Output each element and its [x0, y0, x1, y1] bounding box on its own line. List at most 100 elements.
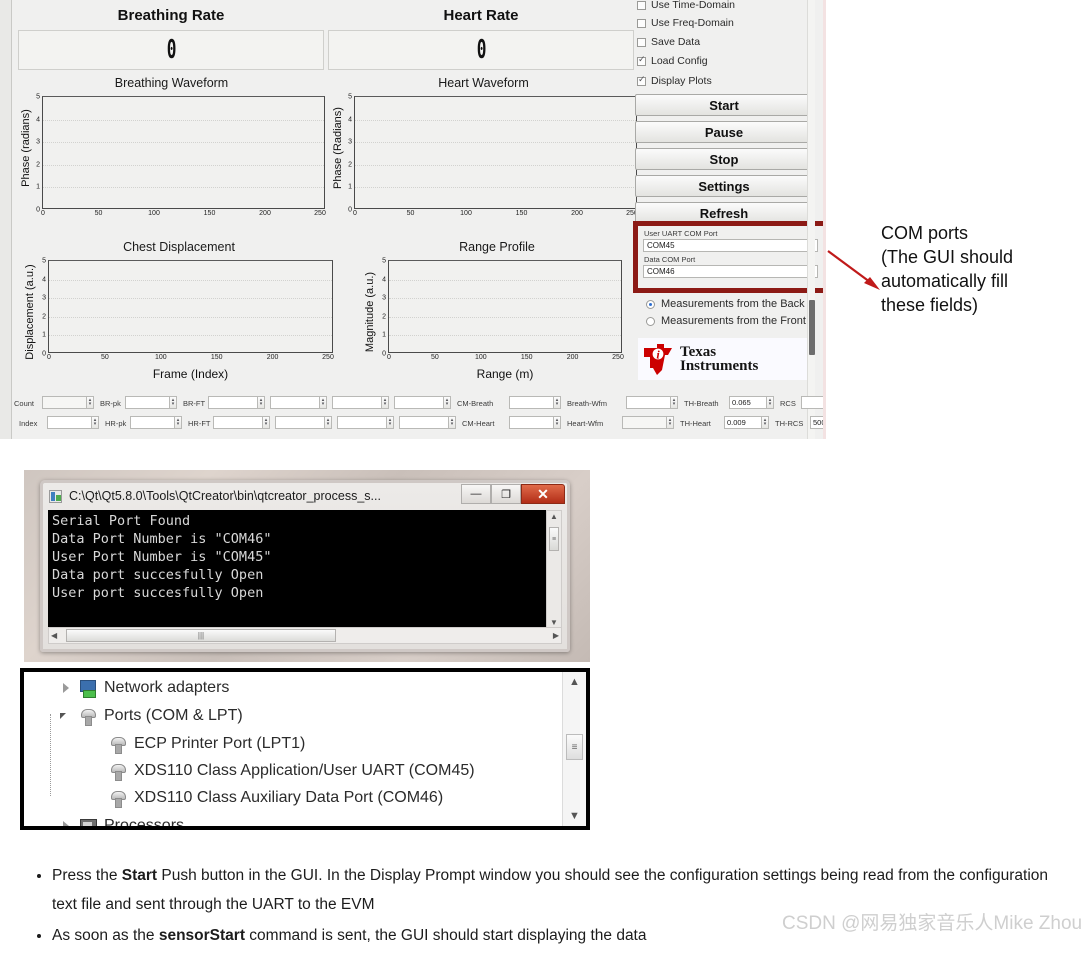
start-button[interactable]: Start [635, 94, 813, 116]
console-line: Data Port Number is "COM46" [52, 530, 272, 547]
status-spinner[interactable]: ▴ ▾ [320, 396, 327, 409]
settings-button[interactable]: Settings [635, 175, 813, 197]
status-field-index[interactable] [47, 416, 92, 429]
status-field-count[interactable] [42, 396, 87, 409]
status-spinner[interactable]: ▴ ▾ [767, 396, 774, 409]
status-spinner[interactable]: ▴ ▾ [87, 396, 94, 409]
status-spinner[interactable]: ▴ ▾ [387, 416, 394, 429]
status-field-br-ft[interactable] [208, 396, 258, 409]
chevron-right-icon[interactable] [60, 682, 72, 694]
bullet1-post: Push button in the GUI. In the Display P… [52, 867, 1049, 913]
status-field-extra-5[interactable] [337, 416, 387, 429]
minimize-button[interactable]: — [461, 484, 491, 504]
tree-item-processors[interactable]: Processors [60, 817, 184, 826]
chart-heart-waveform: Heart Waveform Phase (Radians) 54 32 10 … [326, 76, 641, 231]
status-field-extra-3[interactable] [394, 396, 444, 409]
status-field-rcs[interactable] [801, 396, 823, 409]
tree-item-xds110-user-uart[interactable]: XDS110 Class Application/User UART (COM4… [108, 762, 475, 781]
console-horizontal-scrollbar[interactable]: ◀ ||| ▶ [48, 627, 562, 644]
status-field-heart-wfm[interactable] [622, 416, 667, 429]
status-label: CM-Breath [457, 399, 494, 408]
checkbox-box[interactable] [637, 37, 646, 47]
bullet1-bold: Start [121, 867, 158, 884]
radio-measurements-from-back[interactable]: Measurements from the Back [646, 298, 805, 310]
tree-item-network-adapters[interactable]: Network adapters [60, 679, 230, 698]
checkbox-box[interactable] [637, 55, 646, 66]
status-spinner[interactable]: ▴ ▾ [325, 416, 332, 429]
radio-measurements-from-front[interactable]: Measurements from the Front [646, 315, 806, 327]
status-spinner[interactable]: ▴ ▾ [382, 396, 389, 409]
status-field-br-pk[interactable] [125, 396, 170, 409]
scroll-right-arrow-icon[interactable]: ▶ [553, 631, 559, 640]
scroll-up-arrow-icon[interactable]: ▲ [563, 676, 586, 688]
status-spinner[interactable]: ▴ ▾ [554, 416, 561, 429]
checkbox-box[interactable] [637, 18, 646, 28]
tree-item-xds110-aux-data-port[interactable]: XDS110 Class Auxiliary Data Port (COM46) [108, 789, 443, 808]
status-field-extra-4[interactable] [275, 416, 325, 429]
chart-title: Breathing Waveform [114, 76, 229, 90]
status-field-hr-ft[interactable] [213, 416, 263, 429]
checkbox-load-config[interactable]: Load Config [637, 55, 708, 67]
checkbox-display-plots[interactable]: Display Plots [637, 75, 712, 87]
data-com-port-input[interactable]: COM46 [643, 265, 818, 278]
status-spinner[interactable]: ▴ ▾ [258, 396, 265, 409]
status-label: Breath-Wfm [567, 399, 608, 408]
maximize-button[interactable]: ❐ [491, 484, 521, 504]
status-spinner[interactable]: ▴ ▾ [671, 396, 678, 409]
status-field-hr-pk[interactable] [130, 416, 175, 429]
close-button[interactable]: ✕ [521, 484, 565, 504]
scroll-down-arrow-icon[interactable]: ▼ [563, 810, 586, 822]
status-field-th-breath[interactable]: 0.065 [729, 396, 767, 409]
scroll-up-arrow-icon[interactable]: ▲ [550, 511, 558, 523]
status-spinner[interactable]: ▴ ▾ [92, 416, 99, 429]
checkbox-use-freq-domain[interactable]: Use Freq-Domain [637, 17, 734, 29]
status-field-cm-heart[interactable] [509, 416, 554, 429]
chart-title: Range Profile [459, 240, 535, 254]
status-spinner[interactable]: ▴ ▾ [554, 396, 561, 409]
console-line: Serial Port Found [52, 513, 191, 529]
tree-item-label: Network adapters [104, 679, 230, 696]
status-spinner[interactable]: ▴ ▾ [170, 396, 177, 409]
status-field-th-heart[interactable]: 0.009 [724, 416, 762, 429]
scrollbar-thumb[interactable] [809, 300, 815, 355]
checkbox-save-data[interactable]: Save Data [637, 36, 700, 48]
status-field-breath-wfm[interactable] [626, 396, 671, 409]
scroll-left-arrow-icon[interactable]: ◀ [51, 631, 57, 640]
chart-title: Heart Waveform [438, 76, 529, 90]
user-uart-com-port-input[interactable]: COM45 [643, 239, 818, 252]
status-spinner[interactable]: ▴ ▾ [762, 416, 769, 429]
console-vertical-scrollbar[interactable]: ▲ ≡ ▼ [546, 510, 562, 630]
checkbox-box[interactable] [637, 75, 646, 86]
tree-item-ecp-printer-port[interactable]: ECP Printer Port (LPT1) [108, 735, 305, 754]
status-field-extra-6[interactable] [399, 416, 449, 429]
chart-ylabel: Phase (Radians) [332, 107, 344, 189]
stop-button[interactable]: Stop [635, 148, 813, 170]
status-field-th-rcs[interactable]: 500 [810, 416, 823, 429]
radio-label: Measurements from the Back [661, 298, 805, 310]
control-panel: Use Time-Domain Use Freq-Domain Save Dat… [633, 0, 823, 400]
checkbox-use-time-domain[interactable]: Use Time-Domain [637, 0, 735, 11]
scrollbar-thumb[interactable]: ≡ [566, 734, 583, 760]
status-spinner[interactable]: ▴ ▾ [667, 416, 674, 429]
status-spinner[interactable]: ▴ ▾ [175, 416, 182, 429]
gui-vertical-scrollbar[interactable] [807, 0, 815, 439]
radio-dot[interactable] [646, 299, 655, 309]
chart-breathing-waveform: Breathing Waveform Phase (radians) 54 32… [14, 76, 329, 231]
status-field-extra-1[interactable] [270, 396, 320, 409]
chevron-right-icon[interactable] [60, 820, 72, 826]
plot-area: 54 32 10 0 50 100 150 200 250 [382, 257, 624, 362]
texas-instruments-logo: i Texas Instruments [638, 338, 813, 380]
chevron-down-icon[interactable] [60, 710, 72, 722]
scrollbar-thumb[interactable]: ||| [66, 629, 336, 642]
scrollbar-thumb[interactable]: ≡ [549, 527, 559, 551]
status-field-cm-breath[interactable] [509, 396, 554, 409]
status-spinner[interactable]: ▴ ▾ [444, 396, 451, 409]
radio-dot[interactable] [646, 316, 655, 326]
status-spinner[interactable]: ▴ ▾ [449, 416, 456, 429]
tree-item-ports[interactable]: Ports (COM & LPT) [60, 707, 243, 726]
pause-button[interactable]: Pause [635, 121, 813, 143]
status-field-extra-2[interactable] [332, 396, 382, 409]
status-spinner[interactable]: ▴ ▾ [263, 416, 270, 429]
device-manager-scrollbar[interactable]: ▲ ≡ ▼ [562, 672, 586, 826]
checkbox-box[interactable] [637, 0, 646, 10]
